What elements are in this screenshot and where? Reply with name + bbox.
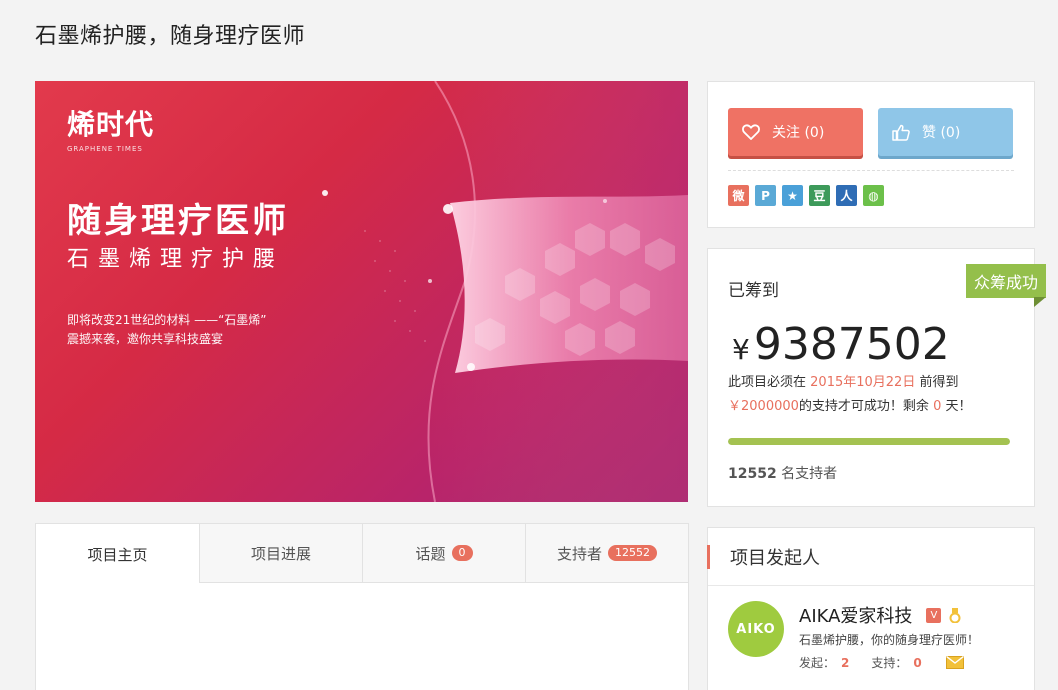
tab-label: 项目主页	[87, 545, 148, 564]
hero-logo-subtext: GRAPHENE TIMES	[67, 145, 143, 153]
tab-label: 支持者	[556, 544, 602, 563]
like-button[interactable]: 赞 (0)	[878, 108, 1013, 156]
weibo-share-icon[interactable]: 微	[728, 185, 749, 206]
mail-icon[interactable]	[945, 656, 964, 669]
supporters-count: 12552	[728, 466, 777, 482]
project-hero-image: 烯时代 GRAPHENE TIMES 随身理疗医师 石墨烯理疗护腰 即将改变21…	[35, 81, 688, 502]
wechat-share-icon[interactable]: ◍	[863, 185, 884, 206]
funding-goal: ￥2000000	[728, 399, 799, 414]
avatar[interactable]: AIKO	[728, 601, 784, 657]
tab-supporters[interactable]: 支持者 12552	[525, 524, 688, 582]
funds-amount: ¥ 9387502	[732, 319, 950, 370]
funds-raised-label: 已筹到	[728, 281, 779, 301]
topics-count-badge: 0	[451, 545, 473, 561]
amount-value: 9387502	[753, 319, 950, 370]
supporters-label: 名支持者	[781, 466, 838, 482]
ribbon-fold	[1034, 297, 1046, 307]
thumbs-up-icon	[892, 124, 910, 141]
hero-logo-text: 烯时代	[67, 108, 155, 141]
tab-topics[interactable]: 话题 0	[362, 524, 525, 582]
tab-label: 话题	[415, 544, 446, 563]
follow-button[interactable]: 关注 (0)	[728, 108, 863, 156]
founder-description: 石墨烯护腰，你的随身理疗医师！	[799, 633, 980, 647]
qzone-share-icon[interactable]: ★	[782, 185, 803, 206]
project-tabs-panel: 项目主页 项目进展 话题 0 支持者 12552	[35, 523, 689, 690]
douban-share-icon[interactable]: 豆	[809, 185, 830, 206]
tab-label: 项目进展	[250, 544, 311, 563]
funding-progress-bar	[728, 438, 1010, 445]
supporters-count-badge: 12552	[608, 545, 657, 561]
progress-fill	[728, 438, 1010, 445]
verified-badge: V	[926, 607, 942, 623]
funding-card: 已筹到 众筹成功 ¥ 9387502 此项目必须在 2015年10月22日 前得…	[707, 248, 1046, 507]
hero-subhead: 石墨烯理疗护腰	[67, 247, 285, 272]
founder-card: 项目发起人 AIKO AIKA爱家科技 V 石墨烯护腰，你的随身理疗医师！ 发起…	[707, 527, 1035, 690]
follow-label: 关注 (0)	[772, 125, 825, 141]
launched-label: 发起：	[799, 656, 836, 670]
like-label: 赞 (0)	[922, 125, 961, 141]
note-text: 的支持才可成功！剩余	[798, 399, 929, 414]
divider	[728, 170, 1014, 171]
supported-label: 支持：	[871, 656, 908, 670]
renren-share-icon[interactable]: 人	[836, 185, 857, 206]
currency-symbol: ¥	[732, 333, 750, 366]
tencent-weibo-share-icon[interactable]: P	[755, 185, 776, 206]
funding-deadline-note: 此项目必须在 2015年10月22日 前得到 ￥2000000的支持才可成功！剩…	[728, 371, 1018, 419]
page-title: 石墨烯护腰，随身理疗医师	[35, 24, 306, 49]
founder-name-row: AIKA爱家科技 V	[799, 602, 961, 628]
supported-count[interactable]: 0	[913, 656, 921, 670]
actions-card: 关注 (0) 赞 (0) 微 P ★ 豆人 ◍	[707, 81, 1035, 228]
supporters-summary: 12552 名支持者	[728, 463, 837, 483]
share-icons: 微 P ★ 豆人 ◍	[728, 185, 884, 206]
founder-stats: 发起： 2 支持： 0	[799, 654, 964, 671]
hero-desc-line: 震撼来袭，邀你共享科技盛宴	[67, 332, 224, 346]
hero-headline: 随身理疗医师	[67, 201, 289, 241]
note-text: 此项目必须在	[728, 375, 807, 390]
founder-heading: 项目发起人	[707, 528, 1034, 586]
note-text: 前得到	[919, 375, 959, 390]
hero-logo: 烯时代 GRAPHENE TIMES	[67, 103, 154, 153]
heart-icon	[742, 124, 760, 140]
deadline-date: 2015年10月22日	[810, 375, 916, 390]
days-left: 0	[933, 399, 942, 414]
tab-bar: 项目主页 项目进展 话题 0 支持者 12552	[36, 524, 688, 584]
note-text: 天！	[945, 399, 972, 414]
tab-project-home[interactable]: 项目主页	[36, 524, 199, 584]
hero-desc-line: 即将改变21世纪的材料 ——“石墨烯”	[67, 313, 267, 327]
status-ribbon: 众筹成功	[965, 264, 1046, 298]
hero-description: 即将改变21世纪的材料 ——“石墨烯” 震撼来袭，邀你共享科技盛宴	[67, 311, 267, 349]
tab-project-progress[interactable]: 项目进展	[199, 524, 362, 582]
founder-name[interactable]: AIKA爱家科技	[799, 602, 912, 628]
launched-count[interactable]: 2	[841, 656, 849, 670]
medal-icon	[949, 607, 961, 623]
